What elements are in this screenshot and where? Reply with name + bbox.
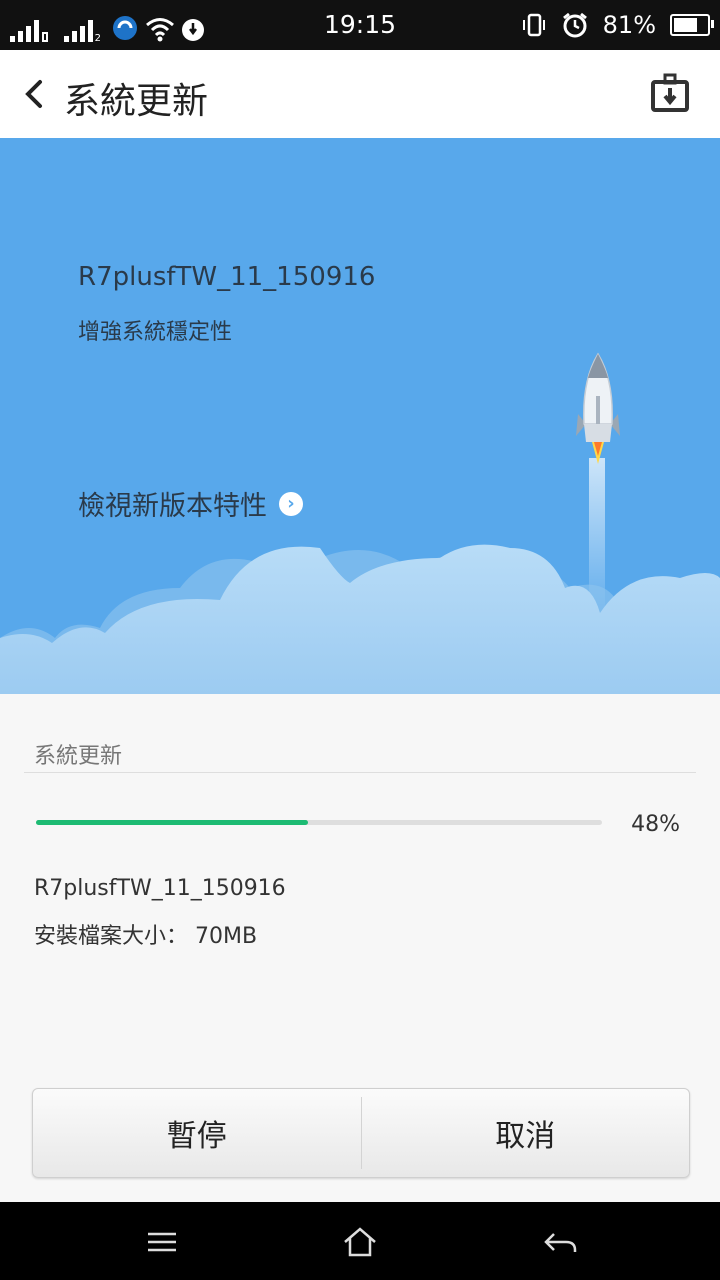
status-bar: 2 19:15 81% <box>0 0 720 50</box>
progress-percent: 48% <box>631 812 680 837</box>
chevron-right-circle-icon: › <box>279 491 303 516</box>
action-buttons: 暫停 取消 <box>32 1088 690 1178</box>
menu-icon[interactable] <box>142 1222 182 1262</box>
cancel-button[interactable]: 取消 <box>362 1089 690 1177</box>
view-features-label: 檢視新版本特性 <box>78 491 267 522</box>
update-description: 增強系統穩定性 <box>78 320 233 345</box>
chevron-left-icon[interactable] <box>18 70 58 118</box>
hero-banner: R7plusfTW_11_150916 增強系統穩定性 檢視新版本特性 › <box>0 138 720 694</box>
version-name: R7plusfTW_11_150916 <box>78 262 376 292</box>
status-right: 81% <box>521 8 714 42</box>
vibrate-icon <box>522 13 545 37</box>
battery-percent: 81% <box>602 11 656 39</box>
download-progress-bar <box>36 820 602 825</box>
back-arrow-icon[interactable] <box>540 1222 580 1262</box>
rocket-icon <box>576 352 620 464</box>
section-title: 系統更新 <box>34 744 123 769</box>
title-bar: 系統更新 <box>0 50 720 138</box>
pause-button[interactable]: 暫停 <box>33 1089 361 1177</box>
cloud-rocket-illustration <box>0 352 720 694</box>
alarm-icon <box>562 12 587 38</box>
package-size: 安裝檔案大小： 70MB <box>34 924 258 949</box>
toolbox-icon[interactable] <box>650 72 690 114</box>
battery-icon <box>670 14 714 36</box>
navigation-bar <box>0 1202 720 1280</box>
package-name: R7plusfTW_11_150916 <box>34 876 286 901</box>
divider <box>24 772 696 773</box>
progress-fill <box>36 820 308 825</box>
home-icon[interactable] <box>340 1222 380 1262</box>
view-features-link[interactable]: 檢視新版本特性 › <box>78 484 303 523</box>
page-title: 系統更新 <box>64 81 209 122</box>
